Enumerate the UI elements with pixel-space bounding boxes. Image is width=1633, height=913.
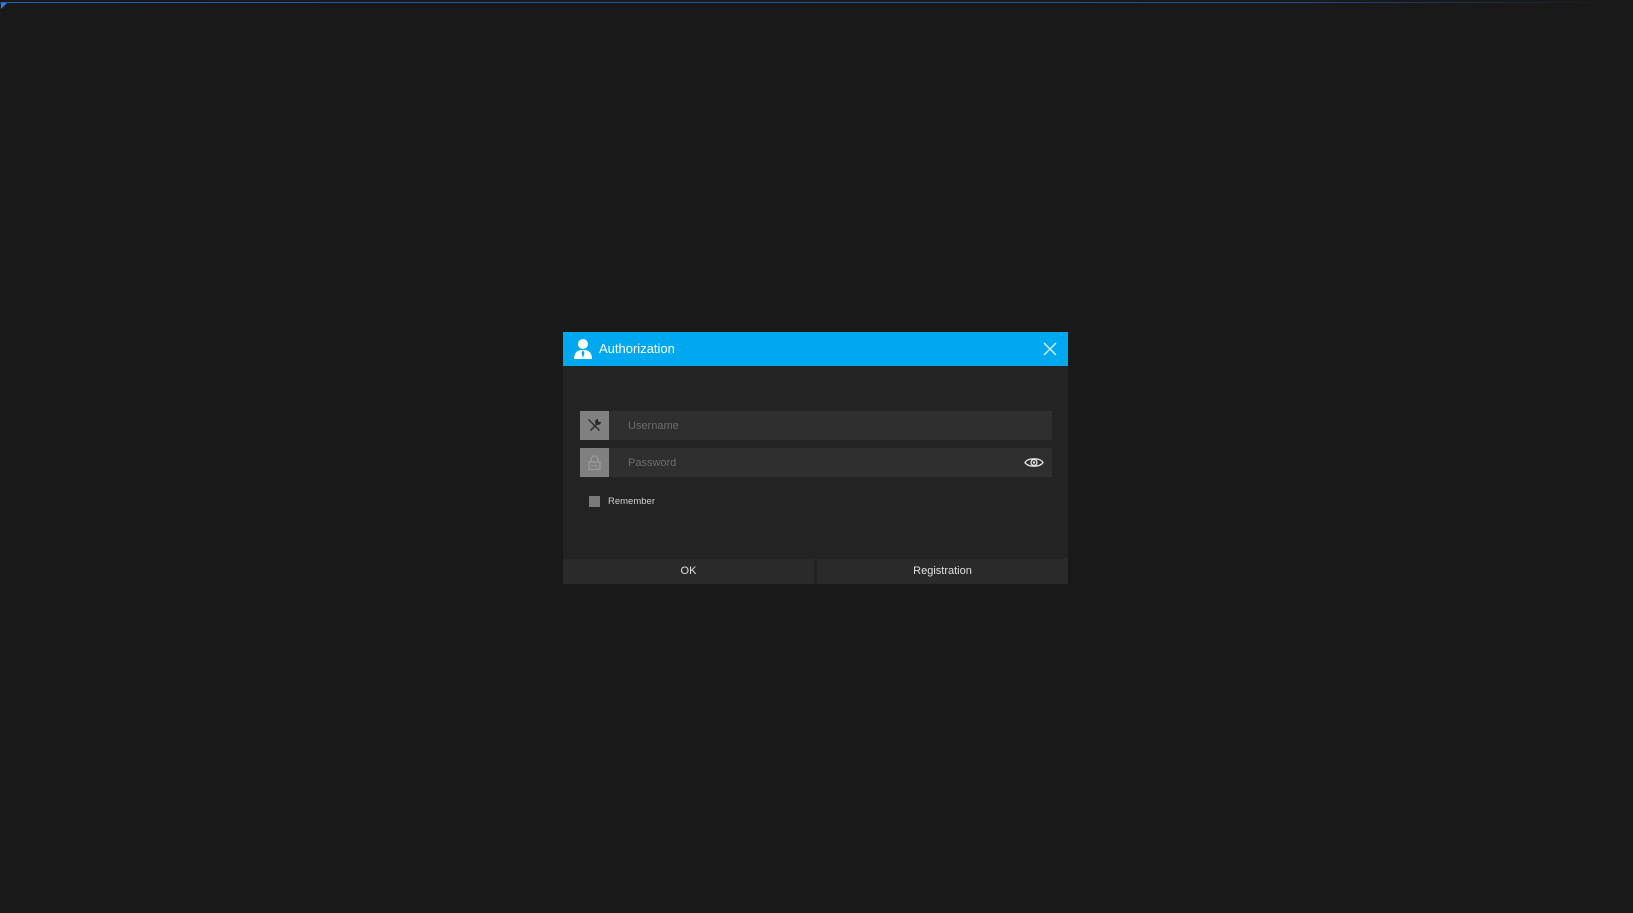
username-icon-box: [580, 411, 609, 440]
corner-marker: [1, 3, 7, 9]
eye-icon[interactable]: [1024, 454, 1044, 471]
password-field: [580, 448, 1052, 477]
lock-icon: [588, 455, 601, 471]
password-icon-box: [580, 448, 609, 477]
username-field: [580, 411, 1052, 440]
authorization-dialog: Authorization Username Remember OK Regis…: [563, 332, 1068, 584]
password-input[interactable]: [609, 448, 1009, 477]
user-icon: [574, 339, 592, 359]
close-icon[interactable]: [1040, 339, 1060, 359]
tools-icon: [588, 419, 601, 431]
registration-button[interactable]: Registration: [817, 559, 1068, 584]
dialog-title: Authorization: [599, 341, 675, 356]
remember-label: Remember: [608, 496, 655, 507]
ok-button[interactable]: OK: [563, 559, 814, 584]
dialog-titlebar: Authorization: [563, 332, 1068, 366]
top-accent-line: [0, 2, 1600, 3]
username-input[interactable]: [609, 411, 1009, 440]
remember-checkbox[interactable]: [589, 496, 600, 507]
